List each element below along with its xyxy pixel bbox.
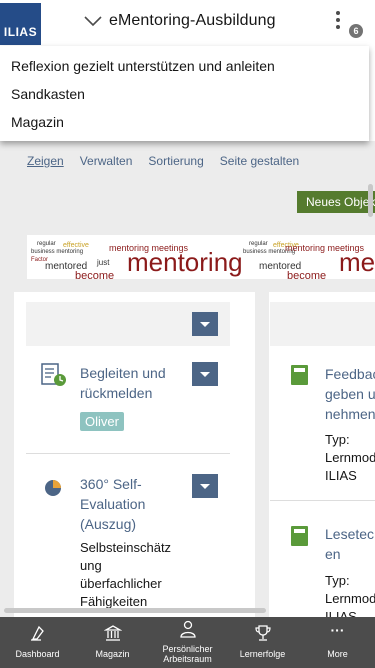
dropdown-item-sandkasten[interactable]: Sandkasten bbox=[11, 86, 85, 102]
trophy-icon bbox=[254, 625, 271, 641]
svg-text:mentoring: mentoring bbox=[127, 247, 243, 277]
person-icon bbox=[179, 620, 196, 638]
svg-text:regular: regular bbox=[249, 241, 268, 247]
svg-text:mentor: mentor bbox=[339, 247, 375, 277]
survey-clock-icon bbox=[41, 363, 66, 386]
more-icon: ··· bbox=[330, 622, 345, 638]
chevron-down-icon bbox=[84, 16, 102, 27]
dropdown-item-magazin[interactable]: Magazin bbox=[11, 114, 64, 130]
svg-text:just: just bbox=[96, 258, 110, 267]
header-bar: ILIAS eMentoring-Ausbildung 6 bbox=[0, 0, 375, 46]
item-divider bbox=[270, 500, 375, 501]
footer-item-more[interactable]: ··· More bbox=[300, 617, 375, 668]
item-divider bbox=[26, 453, 230, 454]
column-separator bbox=[255, 292, 269, 617]
svg-text:become: become bbox=[287, 270, 326, 279]
ilias-logo[interactable]: ILIAS bbox=[0, 3, 41, 45]
magazin-icon bbox=[103, 625, 122, 641]
footer-item-dashboard[interactable]: Dashboard bbox=[0, 617, 75, 668]
learning-module-icon bbox=[291, 365, 308, 385]
item-description: Selbsteinschätz ung überfachlicher Fähig… bbox=[80, 540, 172, 609]
dropdown-item-reflexion[interactable]: Reflexion gezielt unterstützen und anlei… bbox=[11, 58, 275, 74]
footer-item-lernerfolge[interactable]: Lernerfolge bbox=[225, 617, 300, 668]
item-title-begleiten[interactable]: Begleiten und rückmelden bbox=[80, 363, 166, 403]
learning-module-icon bbox=[291, 526, 308, 546]
footer-item-persoenlicher-arbeitsraum[interactable]: Persönlicher Arbeitsraum bbox=[150, 617, 225, 668]
tab-bar: Zeigen Verwalten Sortierung Seite gestal… bbox=[27, 154, 315, 168]
dashboard-icon bbox=[30, 625, 44, 641]
logo-text: ILIAS bbox=[3, 25, 38, 39]
right-column-header bbox=[270, 302, 375, 346]
svg-text:regular: regular bbox=[37, 241, 56, 247]
item-actions-toggle[interactable] bbox=[192, 362, 218, 386]
item-title-feedback[interactable]: Feedbac geben u nehmen bbox=[325, 364, 375, 424]
item-title-360-self-evaluation[interactable]: 360° Self- Evaluation (Auszug) bbox=[80, 474, 145, 534]
svg-text:become: become bbox=[75, 270, 114, 279]
pie-chart-icon bbox=[45, 480, 61, 496]
tab-seite-gestalten[interactable]: Seite gestalten bbox=[220, 154, 299, 168]
item-actions-toggle[interactable] bbox=[192, 474, 218, 498]
word-cloud-image: regular effective business mentoring Fac… bbox=[31, 241, 375, 279]
horizontal-scrollbar[interactable] bbox=[4, 608, 266, 613]
item-title-lesetechniken[interactable]: Lesetec en bbox=[325, 524, 374, 564]
bottom-navigation: Dashboard Magazin Persönlicher Arbeitsra… bbox=[0, 617, 375, 668]
svg-text:business mentoring: business mentoring bbox=[31, 249, 83, 255]
item-type-info: Typ: Lernmod ILIAS bbox=[325, 432, 375, 483]
title-dropdown-toggle[interactable]: eMentoring-Ausbildung bbox=[84, 12, 276, 30]
vertical-scrollbar[interactable] bbox=[368, 184, 373, 217]
footer-item-magazin[interactable]: Magazin bbox=[75, 617, 150, 668]
left-column-toggle-button[interactable] bbox=[192, 312, 218, 336]
tab-zeigen[interactable]: Zeigen bbox=[27, 154, 64, 168]
notification-badge: 6 bbox=[349, 24, 363, 38]
mentoring-word-cloud-banner: regular effective business mentoring Fac… bbox=[27, 235, 375, 279]
breadcrumb-dropdown: Reflexion gezielt unterstützen und anlei… bbox=[0, 46, 369, 141]
tab-sortierung[interactable]: Sortierung bbox=[148, 154, 203, 168]
page-title: eMentoring-Ausbildung bbox=[109, 12, 276, 29]
tag-oliver: Oliver bbox=[80, 412, 124, 431]
new-object-button[interactable]: Neues Objekt bbox=[297, 191, 375, 213]
more-menu-icon[interactable] bbox=[333, 11, 343, 35]
tab-verwalten[interactable]: Verwalten bbox=[80, 154, 133, 168]
svg-text:effective: effective bbox=[63, 242, 89, 249]
